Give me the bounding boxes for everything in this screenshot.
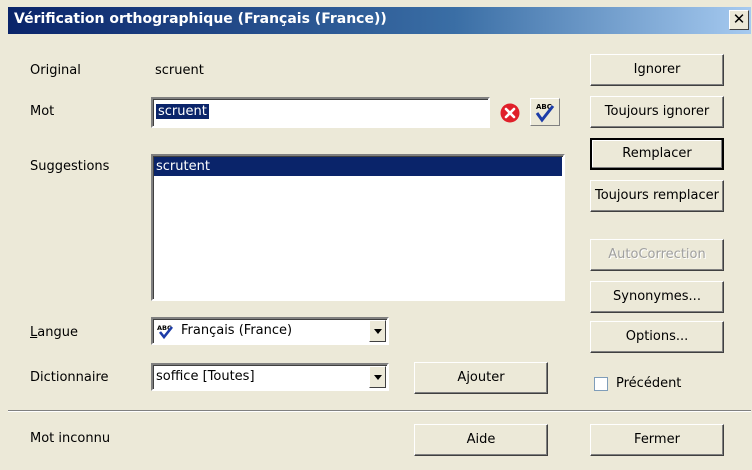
dictionnaire-select[interactable]: soffice [Toutes] (151, 363, 389, 391)
window-title: Vérification orthographique (Français (F… (14, 11, 387, 27)
chevron-down-icon[interactable] (369, 320, 386, 342)
delete-icon[interactable] (499, 102, 521, 128)
dictionnaire-label: Dictionnaire (30, 370, 109, 385)
remplacer-button[interactable]: Remplacer (590, 138, 724, 170)
close-button[interactable]: ✕ (729, 10, 749, 30)
suggestions-label: Suggestions (30, 159, 110, 174)
toujours-ignorer-button-label: Toujours ignorer (604, 104, 710, 119)
fermer-button[interactable]: Fermer (590, 424, 724, 456)
langue-value: Français (France) (181, 323, 293, 338)
mot-input-value: scruent (156, 104, 209, 119)
separator (8, 410, 751, 412)
close-icon: ✕ (732, 10, 746, 28)
original-value: scruent (155, 63, 204, 78)
original-label: Original (30, 63, 81, 78)
langue-label: Langue (30, 325, 78, 340)
remplacer-button-label: Remplacer (622, 146, 692, 161)
precedent-label[interactable]: Précédent (616, 376, 681, 391)
langue-select[interactable]: ABC Français (France) (151, 317, 389, 345)
aide-button-label: Aide (466, 432, 496, 447)
mot-input[interactable]: scruent (151, 97, 490, 128)
toujours-ignorer-button[interactable]: Toujours ignorer (590, 96, 724, 128)
aide-button[interactable]: Aide (414, 424, 548, 456)
synonymes-button-label: Synonymes... (613, 289, 701, 304)
status-text: Mot inconnu (30, 431, 111, 446)
spellcheck-abc-icon[interactable]: ABC (530, 98, 560, 126)
chevron-down-icon[interactable] (369, 366, 386, 388)
title-bar[interactable]: Vérification orthographique (Français (F… (8, 7, 751, 34)
ignorer-button-label: Ignorer (633, 62, 681, 77)
mot-label: Mot (30, 104, 55, 119)
autocorrection-button-label: AutoCorrection (608, 247, 706, 262)
options-button-label: Options... (625, 329, 689, 344)
options-button[interactable]: Options... (590, 321, 724, 353)
suggestion-item-selected[interactable]: scrutent (154, 157, 562, 176)
autocorrection-button[interactable]: AutoCorrection (590, 239, 724, 271)
toujours-remplacer-button-label: Toujours remplacer (594, 188, 720, 203)
precedent-checkbox[interactable] (594, 377, 608, 391)
language-abc-icon: ABC (156, 322, 178, 344)
toujours-remplacer-button[interactable]: Toujours remplacer (590, 180, 724, 212)
fermer-button-label: Fermer (634, 432, 680, 447)
spellcheck-dialog: Vérification orthographique (Français (F… (0, 0, 752, 470)
ajouter-button[interactable]: Ajouter (414, 362, 548, 394)
ignorer-button[interactable]: Ignorer (590, 54, 724, 86)
suggestions-list[interactable]: scrutent (151, 154, 565, 301)
ajouter-button-label: Ajouter (457, 370, 505, 385)
synonymes-button[interactable]: Synonymes... (590, 281, 724, 313)
dictionnaire-value: soffice [Toutes] (156, 369, 255, 384)
